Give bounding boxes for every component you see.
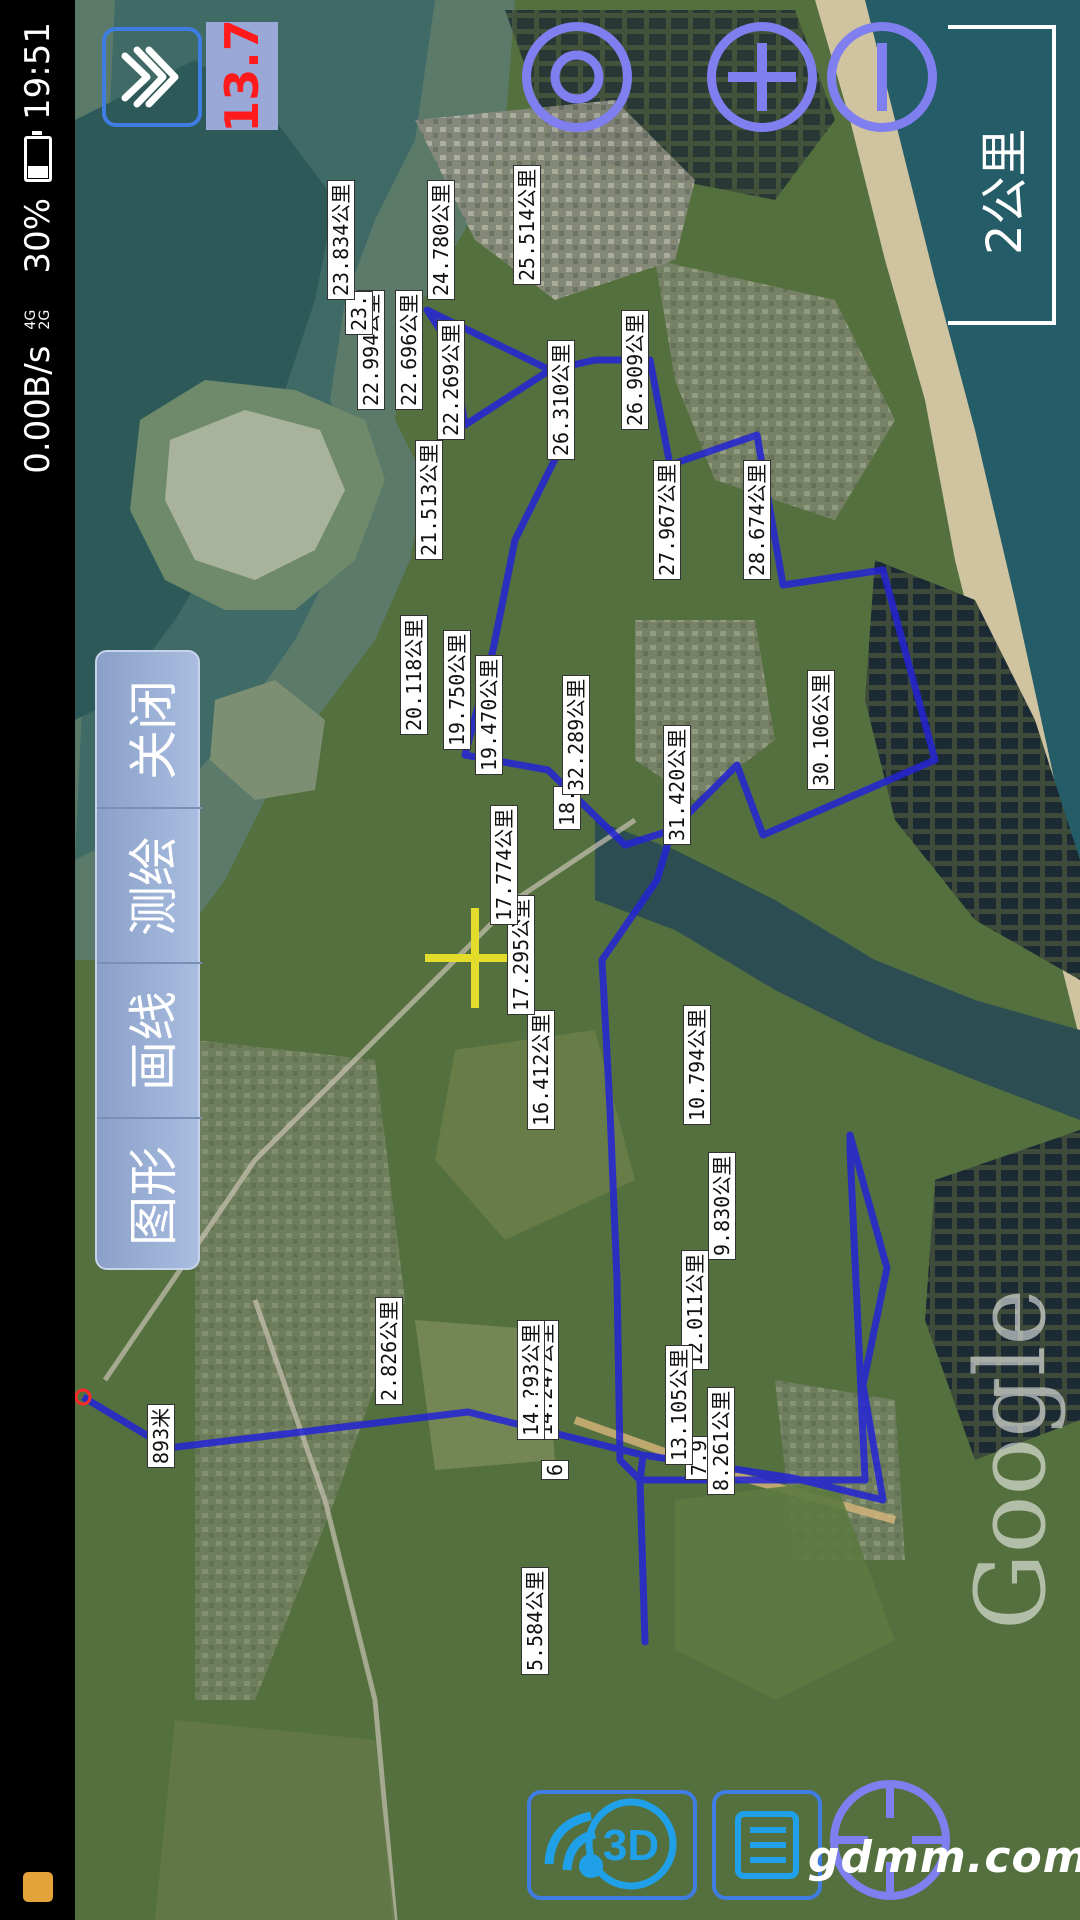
route-distance-text: 17.774公里 xyxy=(490,804,518,925)
route-distance-text: 31.420公里 xyxy=(663,724,691,845)
app-notification-icon xyxy=(22,1872,53,1902)
layers-button[interactable] xyxy=(102,27,202,127)
route-distance-text: 24.780公里 xyxy=(427,179,455,300)
route-distance-text: 10.794公里 xyxy=(683,1004,711,1125)
watermark: gdmm.com xyxy=(808,1832,1080,1883)
route-distance-text: 26.909公里 xyxy=(621,309,649,430)
mode-shape[interactable]: 图形 xyxy=(97,1117,202,1272)
target-button[interactable] xyxy=(522,22,632,132)
mode-survey[interactable]: 测绘 xyxy=(97,807,202,962)
mode-close[interactable]: 关闭 xyxy=(97,652,202,807)
target-icon xyxy=(550,50,604,104)
route-distance-text: 23.834公里 xyxy=(327,179,355,300)
net-speed: 0.00B/s xyxy=(17,345,58,474)
battery-icon xyxy=(23,135,52,182)
plus-icon xyxy=(728,43,796,111)
route-distance-text: 30.106公里 xyxy=(807,669,835,790)
mode-draw-line[interactable]: 画线 xyxy=(97,962,202,1117)
zoom-out-button[interactable] xyxy=(827,22,937,132)
route-distance-text: 8.261公里 xyxy=(707,1386,735,1495)
signal-icon: 4G 2G xyxy=(22,309,53,330)
3d-label: 3D xyxy=(603,1821,659,1870)
route-distance-text: 9.830公里 xyxy=(708,1151,736,1260)
route-distance-text: 19.750公里 xyxy=(443,629,471,750)
route-distance-text: 2.826公里 xyxy=(375,1296,403,1405)
zoom-in-button[interactable] xyxy=(707,22,817,132)
route-distance-text: 13.105公里 xyxy=(665,1344,693,1465)
route-distance-text: 21.513公里 xyxy=(415,439,443,560)
route-distance-text: 26.310公里 xyxy=(547,339,575,460)
route-distance-text: 19.470公里 xyxy=(475,654,503,775)
status-bar-content: 0.00B/s 4G 2G 30% 19:51 xyxy=(0,0,75,1920)
route-distance-text: 16.412公里 xyxy=(527,1009,555,1130)
route-distance-text: 32.289公里 xyxy=(562,674,590,795)
mode-menu: 关闭 测绘 画线 图形 xyxy=(95,650,202,1272)
route-distance-text: 25.514公里 xyxy=(513,164,541,285)
route-distance-text: 6 xyxy=(541,1459,569,1480)
satellite-map[interactable]: 893米 2.826公里 5.584公里 6 7.9 8.261公里 9.830公里 10.7… xyxy=(75,0,1080,1920)
route-distance-text: 28.674公里 xyxy=(743,459,771,580)
clock: 19:51 xyxy=(17,22,58,120)
route-distance-text: 20.118公里 xyxy=(400,614,428,735)
layers-icon xyxy=(121,46,179,108)
route-distance-text: 893米 xyxy=(147,1403,175,1468)
list-button[interactable] xyxy=(712,1790,822,1900)
route-distance-text: 27.967公里 xyxy=(653,459,681,580)
minus-icon xyxy=(877,43,887,111)
zoom-level-indicator: 13.7 xyxy=(206,19,278,133)
route-distance-text: 22.696公里 xyxy=(395,289,423,410)
route-distance-text: 5.584公里 xyxy=(521,1566,549,1675)
route-overlay xyxy=(75,306,939,1646)
list-icon xyxy=(735,1811,799,1879)
status-bar: 0.00B/s 4G 2G 30% 19:51 xyxy=(0,0,75,1920)
route-distance-text: 14.?93公里 xyxy=(517,1319,545,1440)
3d-icon: 3D xyxy=(544,1798,677,1890)
battery-percent: 30% xyxy=(17,197,58,274)
route-distance-text: 22.269公里 xyxy=(437,319,465,440)
3d-button[interactable]: 3D xyxy=(527,1790,697,1900)
